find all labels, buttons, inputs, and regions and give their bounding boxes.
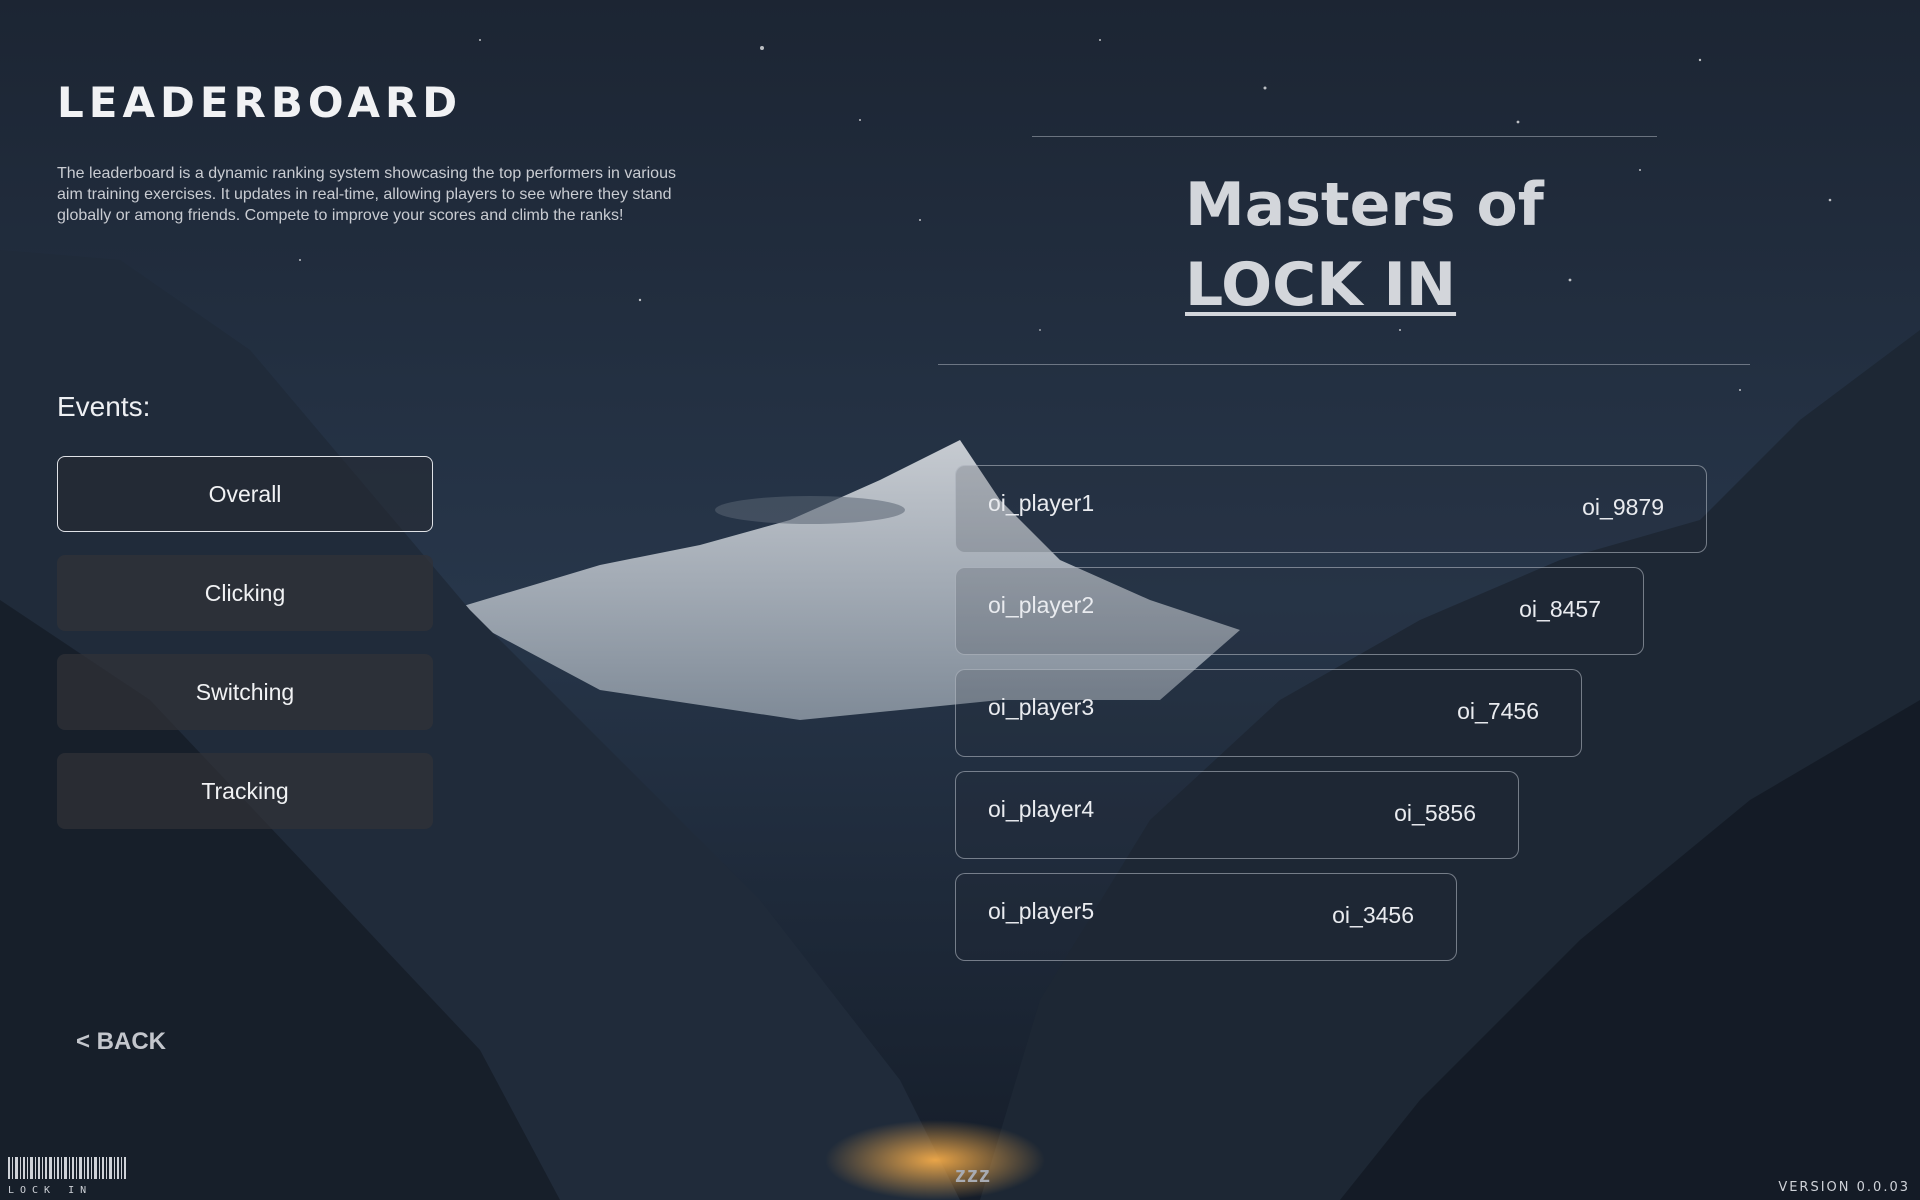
- player-name: oi_player1: [988, 490, 1095, 516]
- event-clicking-button[interactable]: Clicking: [57, 555, 433, 631]
- barcode-logo-icon: [8, 1157, 126, 1179]
- version-label: VERSION 0.0.03: [1778, 1180, 1910, 1195]
- event-clicking-label: Clicking: [204, 579, 286, 606]
- event-tracking-label: Tracking: [201, 777, 289, 804]
- leaderboard-row[interactable]: oi_player5 oi_3456: [955, 873, 1457, 961]
- player-score: oi_7456: [1457, 698, 1539, 724]
- hero-line-1: Masters of: [1185, 170, 1544, 240]
- player-name: oi_player5: [988, 898, 1095, 924]
- event-overall-label: Overall: [208, 480, 282, 507]
- event-overall-button[interactable]: Overall: [57, 456, 433, 532]
- event-switching-label: Switching: [195, 678, 295, 705]
- event-switching-button[interactable]: Switching: [57, 654, 433, 730]
- leaderboard-row[interactable]: oi_player3 oi_7456: [955, 669, 1582, 757]
- status-text: zzz: [955, 1162, 991, 1187]
- player-score: oi_3456: [1332, 902, 1414, 928]
- player-name: oi_player4: [988, 796, 1095, 822]
- brand-logo: LOCK IN: [8, 1157, 128, 1196]
- leaderboard-row[interactable]: oi_player1 oi_9879: [955, 465, 1707, 553]
- back-button[interactable]: < BACK: [76, 1028, 166, 1056]
- player-name: oi_player2: [988, 592, 1095, 618]
- page-description: The leaderboard is a dynamic ranking sys…: [57, 165, 676, 224]
- events-heading: Events:: [57, 391, 151, 422]
- player-score: oi_9879: [1582, 494, 1664, 520]
- hero-heading: Masters of LOCK IN: [1185, 165, 1544, 325]
- hero-divider-bottom: [938, 364, 1750, 365]
- leaderboard-row[interactable]: oi_player2 oi_8457: [955, 567, 1644, 655]
- event-tracking-button[interactable]: Tracking: [57, 753, 433, 829]
- leaderboard-row[interactable]: oi_player4 oi_5856: [955, 771, 1519, 859]
- brand-text: LOCK IN: [8, 1185, 93, 1196]
- player-score: oi_8457: [1519, 596, 1601, 622]
- player-score: oi_5856: [1394, 800, 1476, 826]
- hero-divider-top: [1032, 136, 1657, 137]
- player-name: oi_player3: [988, 694, 1095, 720]
- hero-line-2: LOCK IN: [1185, 250, 1457, 320]
- page-title: LEADERBOARD: [57, 78, 463, 127]
